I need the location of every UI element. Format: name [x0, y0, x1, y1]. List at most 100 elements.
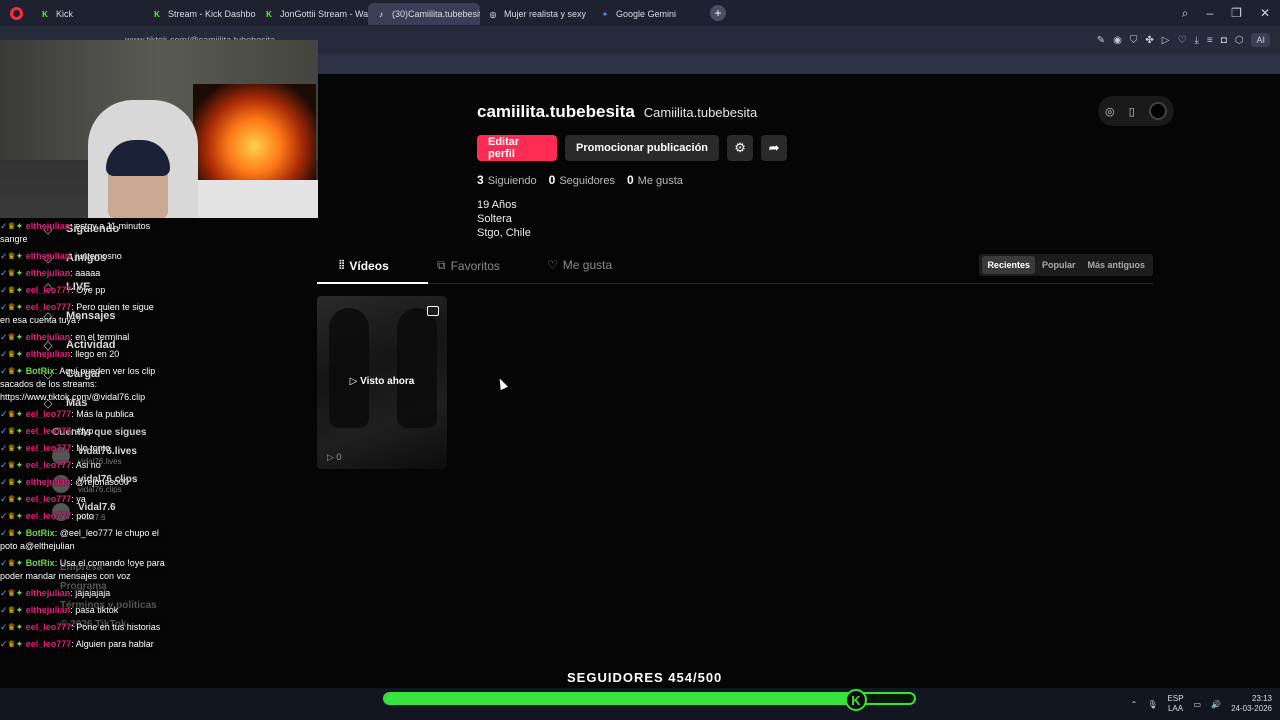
bio-line: 19 Años [477, 199, 517, 211]
favicon-icon: K [154, 9, 160, 19]
edit-icon[interactable]: ✎ [1097, 35, 1105, 46]
chat-username[interactable]: elthejulian [26, 588, 71, 598]
search-tabs-icon[interactable]: ⌕ [1182, 6, 1189, 21]
chat-text: Más la publica [76, 409, 134, 419]
shelf [190, 180, 318, 218]
chat-username[interactable]: eel_leo777 [26, 639, 72, 649]
sort-recent-button[interactable]: Recientes [982, 256, 1035, 274]
chat-text: aaaaa [75, 268, 101, 278]
chat-message: ✓♛✦ elthejulian: llego en 20 [0, 349, 120, 359]
chat-badges-icon: ✓♛✦ [0, 251, 24, 261]
theme-toggle[interactable] [1148, 102, 1167, 120]
download-icon[interactable]: ⤓ [1194, 35, 1198, 46]
minimize-button[interactable]: – [1206, 6, 1213, 20]
likes-stat: 0 Me gusta [626, 173, 683, 187]
chat-username[interactable]: eel_leo777 [26, 302, 72, 312]
browser-tab[interactable]: K JonGottii Stream - Watch [256, 3, 368, 25]
mouse-cursor [496, 376, 508, 391]
video-thumbnail[interactable]: ▷ Visto ahora ▷ 0 [317, 296, 447, 469]
tab-liked[interactable]: ♡ Me gusta [547, 258, 612, 272]
chat-username[interactable]: BotRix [26, 558, 55, 568]
account-icon[interactable]: ◘ [1221, 35, 1227, 46]
browser-tab[interactable]: ✦ Google Gemini [592, 3, 704, 25]
browser-tab[interactable]: K Stream - Kick Dashboard [144, 3, 256, 25]
chat-username[interactable]: eel_leo777 [26, 443, 72, 453]
tab-videos[interactable]: ⦙⦙ Vídeos [339, 258, 389, 273]
share-icon[interactable]: ➦ [761, 135, 788, 161]
following-stat[interactable]: 3 Siguiendo [477, 173, 537, 187]
browser-tab[interactable]: ◎ Mujer realista y sexy [480, 3, 592, 25]
edit-profile-button[interactable]: Editar perfil [477, 135, 557, 161]
chat-username[interactable]: eel_leo777 [26, 511, 72, 521]
clock[interactable]: 23:13 24-03-2026 [1231, 694, 1272, 714]
chat-username[interactable]: elthejulian [26, 268, 71, 278]
compass-icon[interactable]: ◎ [1105, 105, 1115, 118]
browser-tab[interactable]: ♪ (30)Camiilita.tubebesita ( [368, 3, 480, 25]
favicon-icon: ♪ [379, 9, 383, 19]
chat-username[interactable]: elthejulian [26, 349, 71, 359]
language-indicator[interactable]: ESP LAA [1168, 694, 1184, 714]
chat-text: ya [76, 494, 86, 504]
chat-username[interactable]: elthejulian [26, 251, 71, 261]
chat-username[interactable]: elthejulian [26, 477, 71, 487]
settings-icon[interactable]: ⚙ [727, 135, 754, 161]
chat-text: #fyp [76, 426, 94, 436]
play-icon[interactable]: ▷ [1162, 35, 1170, 46]
chat-username[interactable]: eel_leo777 [26, 622, 72, 632]
network-icon[interactable]: ▭ [1194, 700, 1202, 709]
cube-icon[interactable]: ⬡ [1235, 35, 1244, 46]
mic-icon[interactable]: 🎙 [1147, 700, 1157, 709]
camera-icon[interactable]: ◉ [1113, 35, 1122, 46]
promote-post-button[interactable]: Promocionar publicación [565, 135, 720, 161]
stream-chat: !watchtime !oye !tiktok✓♛✦ eel_leo777: P… [0, 186, 165, 655]
menu-icon[interactable]: ≡ [1207, 35, 1213, 46]
shield-icon[interactable]: ⛉ [1130, 35, 1138, 46]
chat-badges-icon: ✓♛✦ [0, 528, 24, 538]
chat-badges-icon: ✓♛✦ [0, 285, 24, 295]
chat-message: ✓♛✦ eel_leo777: Alguien para hablar [0, 639, 154, 649]
chat-username[interactable]: eel_leo777 [26, 494, 72, 504]
chat-badges-icon: ✓♛✦ [0, 588, 24, 598]
tab-label: Kick [56, 9, 74, 19]
bio-line: Stgo, Chile [477, 227, 531, 239]
chat-username[interactable]: eel_leo777 [26, 409, 72, 419]
chat-message: ✓♛✦ eel_leo777: Más la publica [0, 409, 134, 419]
chat-message: ✓♛✦ eel_leo777: Pero quien te sigue en e… [0, 302, 154, 325]
chat-username[interactable]: elthejulian [26, 221, 71, 231]
close-window-button[interactable]: ✕ [1260, 6, 1270, 20]
profile-header: camiilita.tubebesita Camiilita.tubebesit… [477, 102, 788, 240]
thumbnail-figure [397, 308, 437, 428]
sort-popular-button[interactable]: Popular [1037, 256, 1081, 274]
followers-stat[interactable]: 0 Seguidores [549, 173, 615, 187]
maximize-button[interactable]: ❐ [1231, 6, 1242, 20]
phone-icon[interactable]: ▯ [1129, 105, 1135, 118]
chat-text: Asi no [75, 460, 101, 470]
chat-text: No tonto [76, 443, 111, 453]
favicon-icon: ◎ [489, 9, 497, 19]
chat-message: ✓♛✦ elthejulian: aaaaa [0, 268, 101, 278]
chat-username[interactable]: BotRix [26, 366, 55, 376]
extensions-icon[interactable]: ✤ [1145, 35, 1153, 46]
profile-nickname: Camiilita.tubebesita [643, 105, 758, 120]
opera-logo[interactable] [0, 0, 32, 26]
thumbnail-figure [329, 308, 369, 428]
sort-oldest-button[interactable]: Más antiguos [1082, 256, 1150, 274]
volume-icon[interactable]: 🔊 [1211, 700, 1221, 709]
chat-username[interactable]: BotRix [26, 528, 55, 538]
chat-username[interactable]: eel_leo777 [26, 285, 72, 295]
chat-username[interactable]: eel_leo777 [26, 426, 72, 436]
new-tab-button[interactable]: + [710, 5, 726, 21]
system-tray: ⌃ 🎙 ESP LAA ▭ 🔊 23:13 24-03-2026 [1131, 688, 1272, 720]
tab-strip: K Kick K Stream - Kick Dashboard K JonGottii … [32, 1, 704, 25]
heart-icon[interactable]: ♡ [1177, 35, 1186, 46]
bio-line: Soltera [477, 213, 512, 225]
tab-favorites[interactable]: ⧉ Favoritos [437, 258, 500, 273]
grid-icon: ⦙⦙ [339, 258, 345, 272]
chevron-up-icon[interactable]: ⌃ [1131, 700, 1138, 709]
browser-tab[interactable]: K Kick [32, 3, 144, 25]
ai-button[interactable]: AI [1251, 33, 1270, 47]
chat-username[interactable]: elthejulian [26, 332, 71, 342]
chat-username[interactable]: eel_leo777 [26, 460, 72, 470]
chat-username[interactable]: elthejulian [26, 605, 71, 615]
profile-username: camiilita.tubebesita [477, 102, 635, 121]
